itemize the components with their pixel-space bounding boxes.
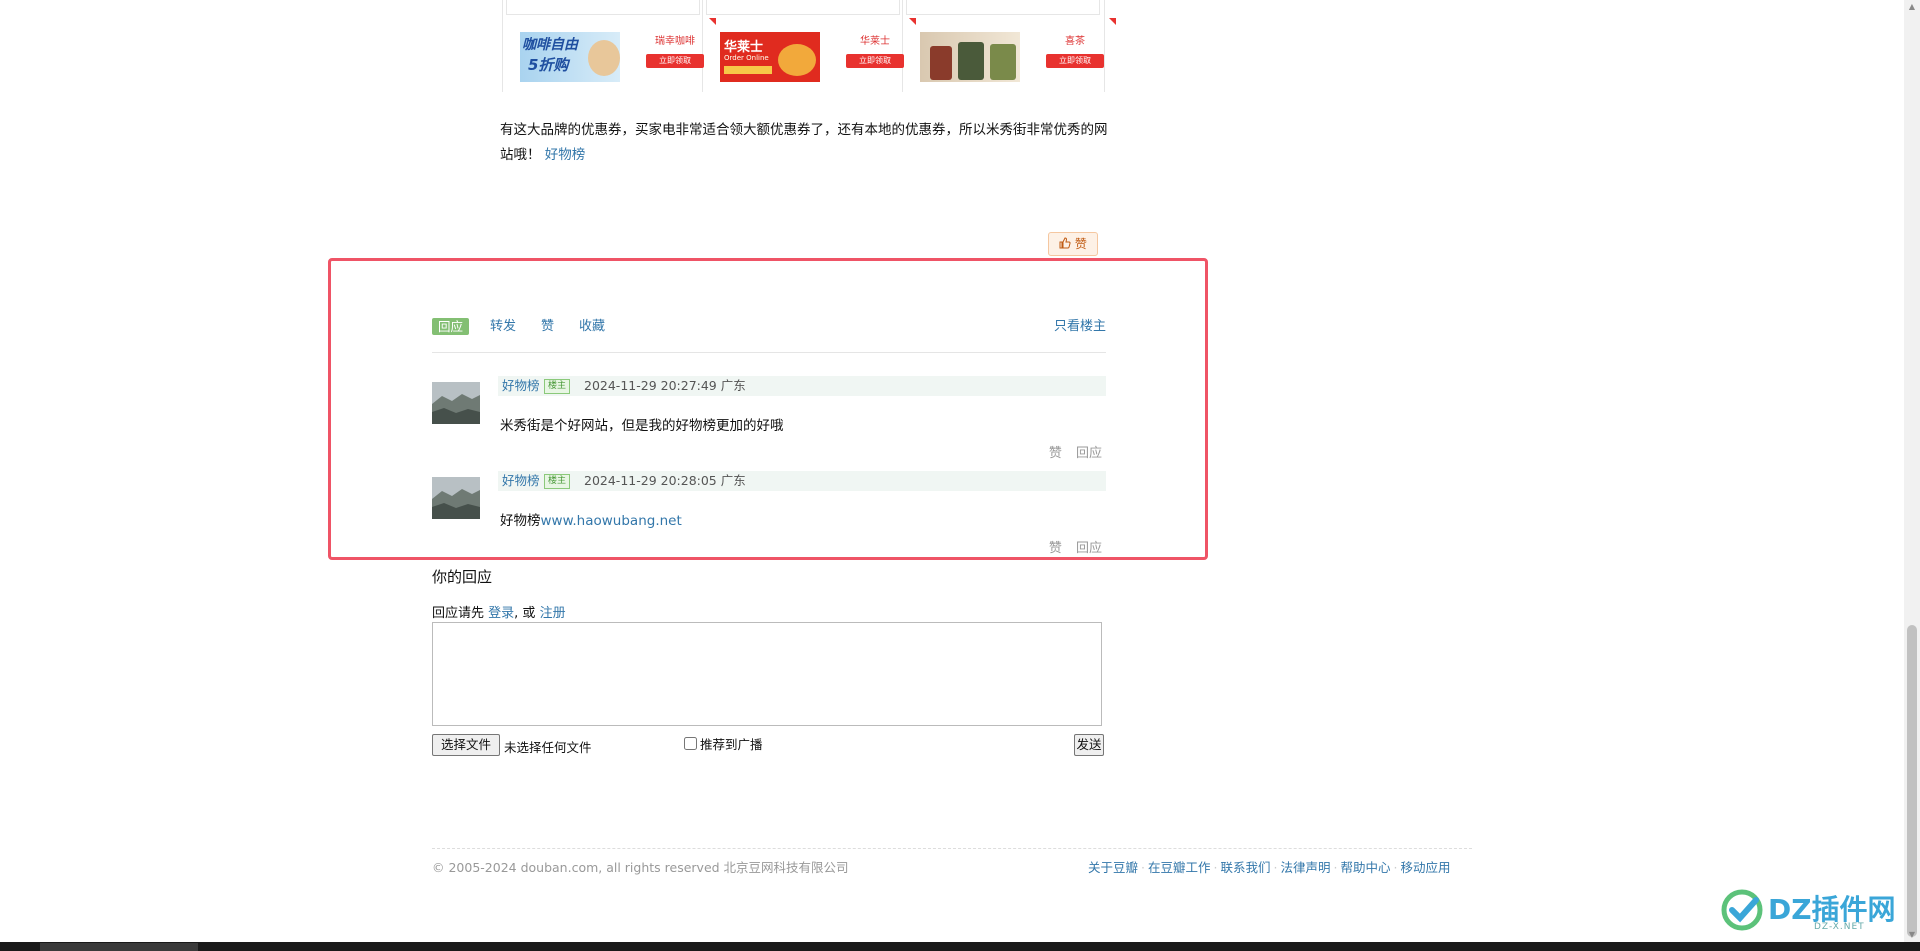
coupon-image-line1: 华莱士 [724, 40, 764, 55]
footer-link-mobile[interactable]: 移动应用 [1401, 860, 1451, 875]
login-link[interactable]: 登录 [488, 606, 514, 621]
login-hint: 回应请先 登录, 或 注册 [432, 602, 566, 621]
thumbs-up-icon [1059, 237, 1071, 249]
scroll-up-icon[interactable]: ▲ [1907, 2, 1917, 12]
coupon-cell-top [706, 0, 900, 15]
coupon-image-line1: 咖啡自由 [522, 37, 578, 53]
coupon-image-banner [724, 66, 772, 74]
coupon-image-wallace: 华莱士 Order Online [720, 32, 820, 82]
coupon-brand: 喜茶 [1065, 36, 1085, 47]
only-op-link[interactable]: 只看楼主 [1054, 318, 1106, 335]
taskbar [0, 942, 1920, 951]
coupon-brand: 瑞幸咖啡 [655, 36, 695, 47]
coupon-strip: 咖啡自由 5折购 瑞幸咖啡 立即领取 华莱士 Order Online 华莱士 … [502, 0, 1116, 92]
comment-content: 好物榜www.haowubang.net [500, 509, 682, 529]
op-badge: 楼主 [544, 474, 571, 489]
forward-link[interactable]: 转发 [490, 318, 516, 335]
burger-icon [778, 44, 816, 76]
checkmark-logo-icon [1721, 889, 1763, 931]
footer-link-contact[interactable]: 联系我们 [1221, 860, 1271, 875]
scroll-down-icon[interactable]: ▼ [1907, 930, 1917, 940]
file-status: 未选择任何文件 [504, 740, 592, 755]
coupon-wallace[interactable]: 华莱士 Order Online 华莱士 立即领取 [720, 18, 916, 90]
coupon-cell-top [906, 0, 1100, 15]
broadcast-checkbox[interactable] [684, 737, 697, 750]
comment-time: 2024-11-29 20:27:49 广东 [584, 378, 746, 393]
login-hint-text: 回应请先 [432, 606, 485, 621]
avatar-landscape-image [432, 477, 480, 519]
comment-content: 米秀街是个好网站，但是我的好物榜更加的好哦 [500, 414, 784, 434]
watermark-sub: DZ-X.NET [1814, 922, 1865, 932]
tea-cup-icon [958, 42, 984, 80]
post-like-label: 赞 [1074, 237, 1087, 251]
comment-like-link[interactable]: 赞 [1049, 446, 1062, 461]
comment-time: 2024-11-29 20:28:05 广东 [584, 473, 746, 488]
comment-like-link[interactable]: 赞 [1049, 541, 1062, 556]
watermark: DZ插件网 DZ-X.NET [1718, 884, 1906, 940]
action-bar: 回应 转发 赞 收藏 只看楼主 [432, 316, 1106, 353]
comment-reply-link[interactable]: 回应 [1076, 446, 1102, 461]
comment-actions: 赞 回应 [1039, 442, 1102, 461]
avatar[interactable] [432, 382, 480, 424]
your-reply-title: 你的回应 [432, 568, 493, 586]
coupon-cell-top [506, 0, 700, 15]
comment-author[interactable]: 好物榜 [502, 376, 540, 396]
comment-author[interactable]: 好物榜 [502, 471, 540, 491]
footer-link-about[interactable]: 关于豆瓣 [1088, 860, 1138, 875]
coupon-image-luckin: 咖啡自由 5折购 [520, 32, 620, 82]
coffee-cup-icon [588, 40, 620, 76]
comment-text: 好物榜 [500, 513, 541, 529]
coupon-corner-mark [909, 18, 916, 25]
comment-meta: 好物榜 楼主 2024-11-29 20:28:05 广东 [498, 471, 1106, 491]
comment-item: 好物榜 楼主 2024-11-29 20:28:05 广东 好物榜www.hao… [432, 471, 1106, 556]
comment-meta: 好物榜 楼主 2024-11-29 20:27:49 广东 [498, 376, 1106, 396]
tea-cup-icon [930, 46, 952, 80]
send-button[interactable]: 发送 [1074, 734, 1104, 756]
like-link[interactable]: 赞 [541, 318, 554, 335]
comment-text: 米秀街是个好网站，但是我的好物榜更加的好哦 [500, 418, 784, 434]
choose-file-button[interactable]: 选择文件 [432, 734, 500, 756]
avatar[interactable] [432, 477, 480, 519]
coupon-heytea[interactable]: 喜茶 立即领取 [920, 18, 1116, 90]
login-hint-or: , 或 [514, 606, 536, 621]
comment-actions: 赞 回应 [1039, 537, 1102, 556]
comment-link-haowubang[interactable]: www.haowubang.net [541, 513, 682, 529]
coupon-get-button[interactable]: 立即领取 [646, 54, 704, 68]
footer-links: 关于豆瓣 · 在豆瓣工作 · 联系我们 · 法律声明 · 帮助中心 · 移动应用 [1088, 860, 1451, 875]
coupon-image-line2: 5折购 [528, 56, 569, 74]
coupon-corner-mark [1109, 18, 1116, 25]
avatar-landscape-image [432, 382, 480, 424]
collect-link[interactable]: 收藏 [579, 318, 605, 335]
reply-textarea[interactable] [432, 622, 1102, 726]
broadcast-option[interactable]: 推荐到广播 [684, 734, 763, 753]
footer-copyright: © 2005-2024 douban.com, all rights reser… [432, 860, 849, 875]
coupon-get-button[interactable]: 立即领取 [1046, 54, 1104, 68]
footer-divider [432, 848, 1472, 849]
coupon-image-line2: Order Online [724, 54, 769, 62]
post-link-haowubang[interactable]: 好物榜 [545, 147, 586, 163]
coupon-brand: 华莱士 [860, 36, 890, 47]
taskbar-item[interactable] [40, 943, 198, 951]
scrollbar-thumb[interactable] [1907, 625, 1917, 937]
coupon-image-heytea [920, 32, 1020, 82]
post-text: 有这大品牌的优惠券，买家电非常适合领大额优惠券了，还有本地的优惠券，所以米秀街非… [500, 122, 1108, 163]
comment-item: 好物榜 楼主 2024-11-29 20:27:49 广东 米秀街是个好网站，但… [432, 376, 1106, 461]
post-paragraph: 有这大品牌的优惠券，买家电非常适合领大额优惠券了，还有本地的优惠券，所以米秀街非… [500, 118, 1108, 168]
coupon-get-button[interactable]: 立即领取 [846, 54, 904, 68]
op-badge: 楼主 [544, 379, 571, 394]
reply-tab[interactable]: 回应 [432, 318, 470, 335]
footer-link-jobs[interactable]: 在豆瓣工作 [1148, 860, 1211, 875]
footer-link-help[interactable]: 帮助中心 [1341, 860, 1391, 875]
post-like-button[interactable]: 赞 [1048, 232, 1098, 256]
broadcast-label: 推荐到广播 [700, 737, 763, 752]
tea-cup-icon [990, 44, 1016, 80]
coupon-corner-mark [709, 18, 716, 25]
register-link[interactable]: 注册 [540, 606, 566, 621]
coupon-luckin[interactable]: 咖啡自由 5折购 瑞幸咖啡 立即领取 [520, 18, 716, 90]
comment-reply-link[interactable]: 回应 [1076, 541, 1102, 556]
footer-link-legal[interactable]: 法律声明 [1281, 860, 1331, 875]
